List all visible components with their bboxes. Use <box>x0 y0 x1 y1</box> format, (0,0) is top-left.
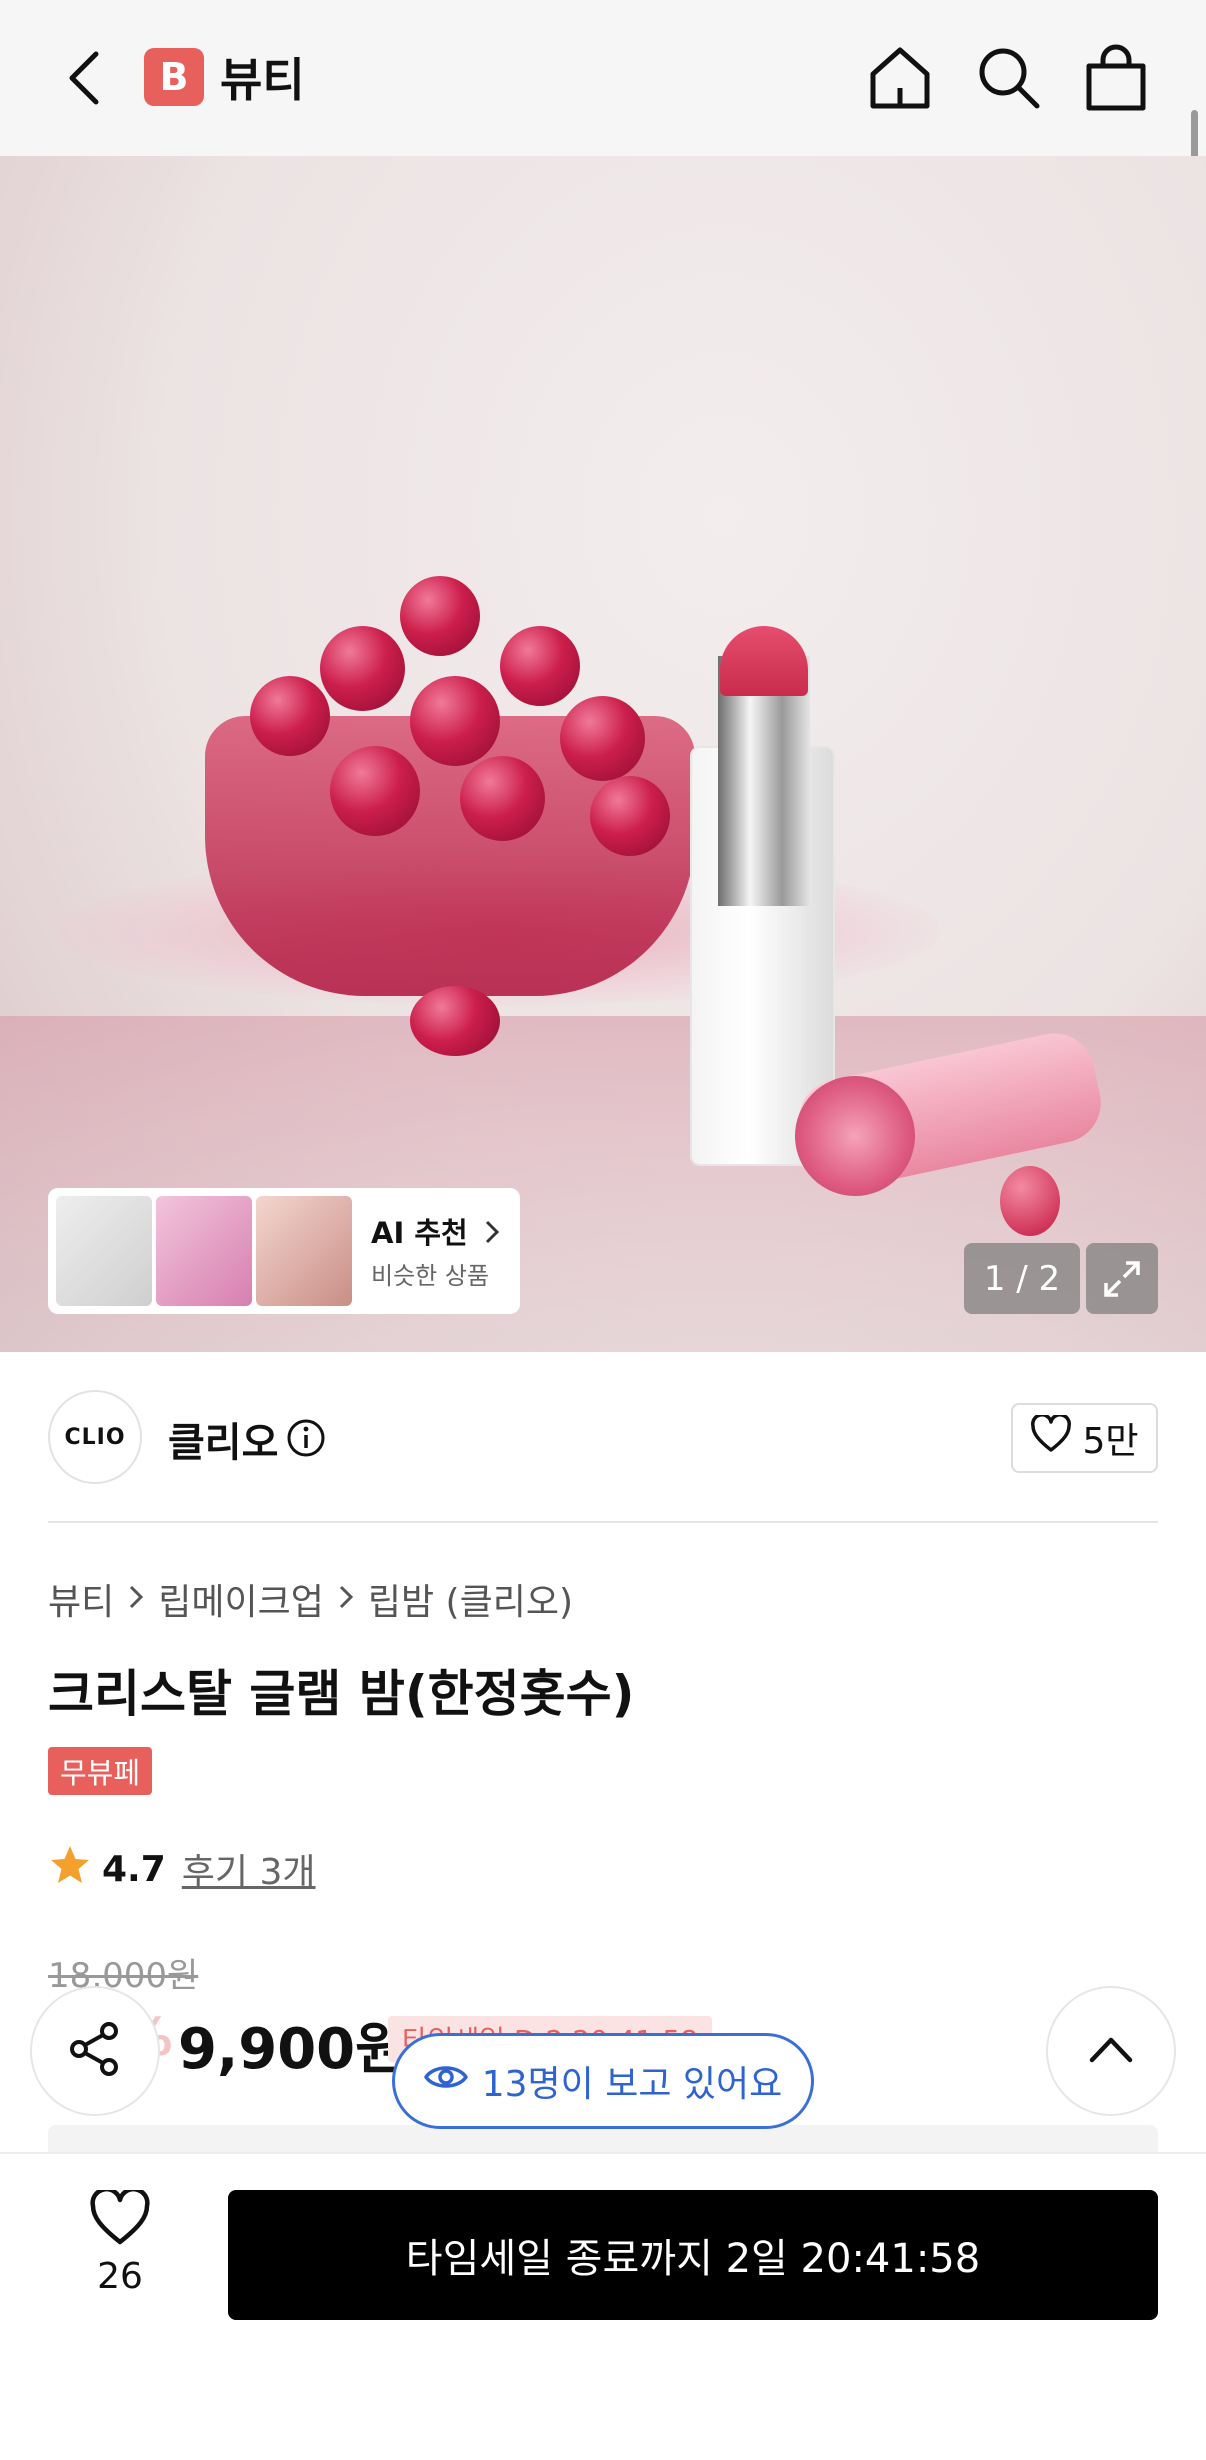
share-button[interactable] <box>30 1986 160 2116</box>
viewer-count-text: 13명이 보고 있어요 <box>481 2064 783 2105</box>
brand-like-count: 5만 <box>1082 1421 1139 1462</box>
ai-recommend-subtitle: 비슷한 상품 <box>371 1262 490 1290</box>
image-berry <box>590 776 670 856</box>
product-title: 크리스탈 글램 밤(한정홋수) <box>48 1665 635 1723</box>
recommend-thumbnail[interactable] <box>156 1196 252 1306</box>
chevron-right-icon <box>484 1218 500 1252</box>
image-drop <box>1000 1166 1060 1236</box>
image-berry <box>500 626 580 706</box>
expand-icon[interactable] <box>1086 1243 1158 1314</box>
image-lipstick-bullet <box>720 626 808 696</box>
brand-logo[interactable]: CLIO <box>48 1390 142 1484</box>
review-count-link[interactable]: 후기 3개 <box>182 1843 316 1895</box>
image-berry <box>560 696 645 781</box>
recommend-thumbnail[interactable] <box>56 1196 152 1306</box>
image-berry <box>410 676 500 766</box>
search-icon[interactable] <box>970 38 1046 118</box>
divider <box>48 1521 1158 1523</box>
heart-icon <box>89 2186 151 2250</box>
top-bar: B 뷰티 <box>0 0 1206 156</box>
image-berry <box>320 626 405 711</box>
option-section-edge <box>48 2125 1158 2155</box>
breadcrumb: 뷰티 립메이크업 립밤 (클리오) <box>48 1573 573 1625</box>
breadcrumb-item[interactable]: 립밤 (클리오) <box>368 1573 573 1625</box>
page-title[interactable]: 뷰티 <box>220 44 305 110</box>
breadcrumb-item[interactable]: 뷰티 <box>48 1573 114 1625</box>
image-pager: 1 / 2 <box>964 1243 1080 1314</box>
wishlist-count: 26 <box>97 2256 143 2297</box>
recommend-thumbnail[interactable] <box>256 1196 352 1306</box>
chevron-right-icon <box>338 1580 354 1618</box>
ai-recommend-title: AI 추천 <box>371 1216 468 1250</box>
chevron-up-icon <box>1088 2034 1134 2068</box>
product-image[interactable] <box>0 156 1206 1352</box>
image-berry <box>330 746 420 836</box>
viewer-count-pill: 13명이 보고 있어요 <box>392 2033 814 2129</box>
shopping-bag-icon[interactable] <box>1078 38 1154 118</box>
wishlist-button[interactable]: 26 <box>70 2186 170 2297</box>
sale-price: 9,900원 <box>178 2017 407 2082</box>
brand-name[interactable]: 클리오 <box>168 1410 278 1468</box>
image-berry <box>250 676 330 756</box>
scroll-to-top-button[interactable] <box>1046 1986 1176 2116</box>
ai-recommend-title-row: AI 추천 <box>371 1210 500 1252</box>
rating-score: 4.7 <box>102 1848 166 1890</box>
beauty-logo-badge[interactable]: B <box>144 48 204 106</box>
purchase-button[interactable]: 타임세일 종료까지 2일 20:41:58 <box>228 2190 1158 2320</box>
image-berry <box>400 576 480 656</box>
rating-row: 4.7 후기 3개 <box>48 1843 316 1895</box>
image-berry <box>410 986 500 1056</box>
heart-icon <box>1030 1412 1072 1462</box>
star-icon <box>48 1844 92 1895</box>
share-icon <box>65 2019 125 2083</box>
product-tag-badge: 무뷰페 <box>48 1747 153 1795</box>
ai-recommend-card[interactable]: AI 추천 비슷한 상품 <box>48 1188 520 1314</box>
back-icon[interactable] <box>52 42 116 114</box>
brand-like-button[interactable]: 5만 <box>1011 1403 1158 1473</box>
chevron-right-icon <box>128 1580 144 1618</box>
home-icon[interactable] <box>862 38 938 118</box>
eye-icon <box>423 2061 468 2102</box>
breadcrumb-item[interactable]: 립메이크업 <box>158 1573 324 1625</box>
image-berry <box>460 756 545 841</box>
info-icon[interactable] <box>286 1418 326 1458</box>
